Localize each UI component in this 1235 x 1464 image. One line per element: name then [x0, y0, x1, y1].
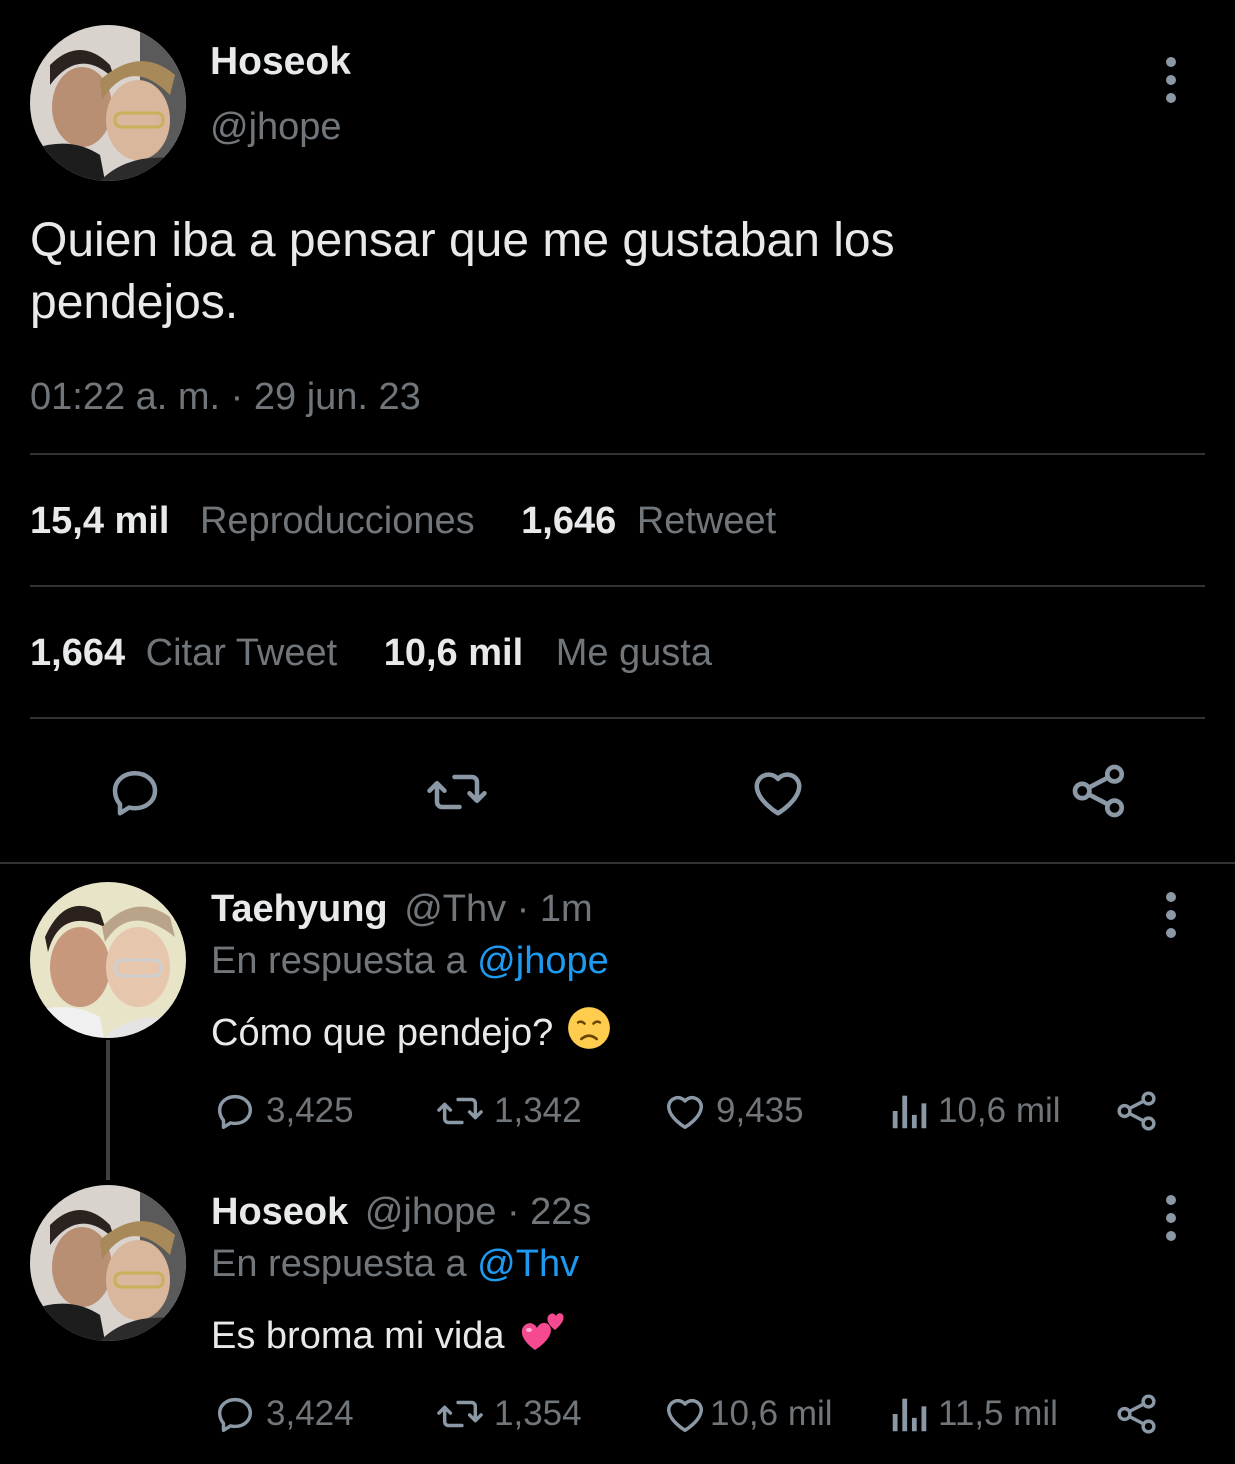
reply-display-name[interactable]: Taehyung [211, 888, 388, 930]
replying-to: En respuesta a @Thv [211, 1243, 579, 1286]
reply-display-name[interactable]: Hoseok [211, 1191, 348, 1233]
like-count: 10,6 mil [710, 1394, 833, 1433]
views-icon [892, 1095, 927, 1129]
quotes-count: 1,664 [30, 632, 126, 674]
reply-icon [217, 1397, 253, 1433]
divider [30, 717, 1205, 719]
tweet-text: Quien iba a pensar que me gustaban los p… [30, 210, 895, 334]
views-icon [892, 1398, 927, 1432]
replying-to-handle[interactable]: @jhope [477, 940, 609, 982]
tweet-timestamp[interactable]: 01:22 a. m. · 29 jun. 23 [30, 376, 421, 419]
author-handle[interactable]: @jhope [210, 106, 342, 149]
reply-retweet-action[interactable]: 1,354 [434, 1391, 582, 1437]
reply-header: Hoseok @jhope · 22s [211, 1191, 591, 1234]
author-display-name[interactable]: Hoseok [210, 40, 351, 84]
like-count: 9,435 [716, 1091, 804, 1130]
reply-views-action[interactable]: 10,6 mil [890, 1088, 1061, 1134]
share-icon[interactable] [1068, 760, 1130, 822]
views-label: Reproducciones [199, 500, 475, 542]
more-options-icon[interactable] [1164, 892, 1178, 938]
reply-text-body: Cómo que pendejo? [211, 1011, 554, 1054]
share-icon [1117, 1394, 1156, 1434]
reply-share-action[interactable] [1114, 1088, 1160, 1134]
reply-reply-action[interactable]: 3,424 [212, 1391, 354, 1437]
reply-reply-action[interactable]: 3,425 [212, 1088, 354, 1134]
retweets-count: 1,646 [521, 500, 617, 542]
reply-icon[interactable] [105, 762, 165, 822]
reply-views-action[interactable]: 11,5 mil [890, 1391, 1058, 1437]
retweet-count: 1,354 [494, 1394, 582, 1433]
more-options-icon[interactable] [1164, 1195, 1178, 1241]
replying-to-label: En respuesta a [211, 1243, 467, 1285]
retweet-icon[interactable] [424, 762, 490, 822]
reply-count: 3,425 [266, 1091, 354, 1130]
reply-retweet-action[interactable]: 1,342 [434, 1088, 582, 1134]
replying-to-label: En respuesta a [211, 940, 467, 982]
retweet-icon [437, 1097, 483, 1125]
replying-to-handle[interactable]: @Thv [477, 1243, 579, 1285]
reply-text: Cómo que pendejo? [211, 1006, 611, 1060]
stats-row-1: 15,4 mil Reproducciones 1,646 Retweet [30, 500, 776, 543]
tweet-text-line-1: Quien iba a pensar que me gustaban los [30, 214, 895, 267]
reply-like-action[interactable]: 10,6 mil [662, 1391, 833, 1437]
stats-row-2: 1,664 Citar Tweet 10,6 mil Me gusta [30, 632, 712, 675]
replying-to: En respuesta a @jhope [211, 940, 609, 983]
like-icon [666, 1398, 704, 1433]
views-count: 11,5 mil [938, 1394, 1058, 1433]
disappointed-face-emoji-icon [567, 1006, 611, 1060]
like-icon [666, 1095, 704, 1130]
like-icon[interactable] [747, 762, 809, 822]
reply-meta[interactable]: @Thv · 1m [404, 888, 592, 930]
likes-label: Me gusta [555, 632, 712, 674]
author-avatar[interactable] [30, 25, 186, 181]
divider [30, 453, 1205, 455]
reply-like-action[interactable]: 9,435 [662, 1088, 804, 1134]
more-options-icon[interactable] [1164, 57, 1178, 103]
reply-actions: 3,425 1,342 9,435 10,6 mil [212, 1088, 1172, 1134]
reply-text-body: Es broma mi vida [211, 1314, 505, 1357]
reply-text: Es broma mi vida [211, 1308, 567, 1364]
two-hearts-emoji-icon [517, 1308, 567, 1364]
reply-icon [217, 1094, 253, 1130]
retweet-icon [437, 1400, 483, 1428]
reply-count: 3,424 [266, 1394, 354, 1433]
reply-header: Taehyung @Thv · 1m [211, 888, 593, 931]
quotes-label: Citar Tweet [145, 632, 338, 674]
share-icon [1117, 1091, 1156, 1131]
thread-line [106, 1040, 110, 1180]
reply-meta[interactable]: @jhope · 22s [365, 1191, 592, 1233]
reply-actions: 3,424 1,354 10,6 mil 11,5 mil [212, 1391, 1172, 1437]
views-count: 10,6 mil [938, 1091, 1061, 1130]
views-count: 15,4 mil [30, 500, 170, 542]
reply-share-action[interactable] [1114, 1391, 1160, 1437]
reply-avatar[interactable] [30, 1185, 186, 1341]
reply-avatar[interactable] [30, 882, 186, 1038]
retweet-count: 1,342 [494, 1091, 582, 1130]
likes-stat[interactable]: 10,6 mil Me gusta [384, 632, 712, 674]
quotes-stat[interactable]: 1,664 Citar Tweet [30, 632, 348, 674]
retweets-stat[interactable]: 1,646 Retweet [521, 500, 776, 542]
views-stat[interactable]: 15,4 mil Reproducciones [30, 500, 485, 542]
likes-count: 10,6 mil [383, 632, 524, 674]
tweet-text-line-2: pendejos. [30, 276, 239, 329]
section-divider [0, 862, 1235, 864]
retweets-label: Retweet [636, 500, 777, 542]
divider [30, 585, 1205, 587]
